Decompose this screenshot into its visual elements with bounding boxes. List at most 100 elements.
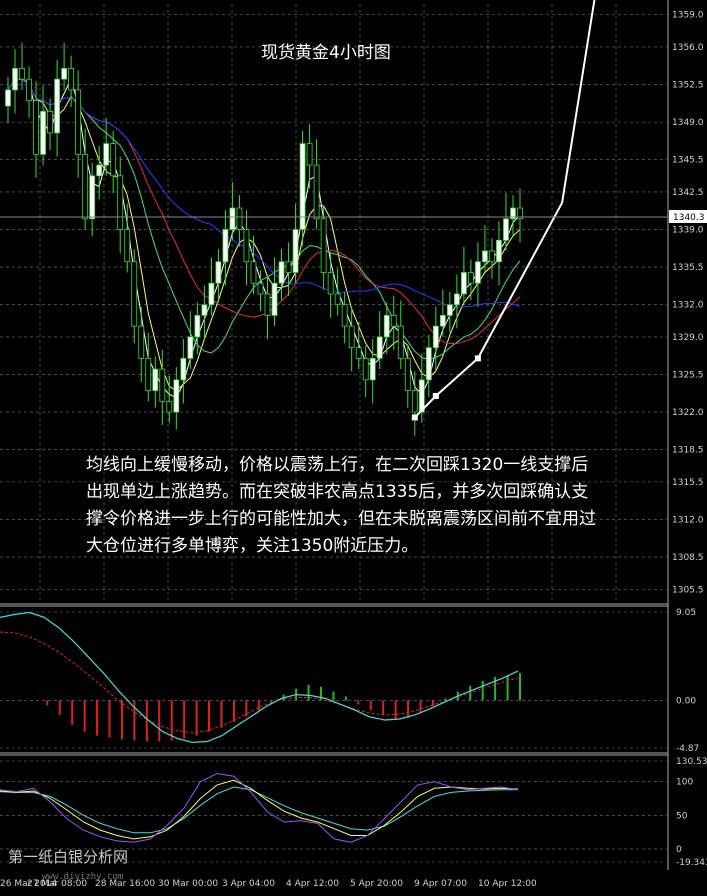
stoch-tick-label: 100 bbox=[676, 778, 693, 788]
candle-up bbox=[271, 282, 278, 316]
price-tick-label: 1312.0 bbox=[672, 515, 704, 525]
macd-tick-label: 0.00 bbox=[676, 696, 696, 706]
candle-down bbox=[47, 110, 53, 134]
candle-up bbox=[187, 336, 194, 359]
time-tick-label: 5 Apr 20:00 bbox=[350, 879, 403, 889]
watermark: 第一纸白银分析网 bbox=[8, 848, 128, 866]
candle-down bbox=[334, 293, 341, 306]
candle-up bbox=[482, 250, 488, 263]
candle-down bbox=[285, 261, 292, 273]
candle-down bbox=[166, 400, 173, 413]
stoch-tick-label: 130.531 bbox=[676, 757, 707, 767]
candle-down bbox=[75, 89, 82, 155]
price-tick-label: 1352.5 bbox=[672, 81, 704, 91]
candle-up bbox=[292, 229, 299, 273]
candle-down bbox=[243, 229, 250, 263]
candle-up bbox=[369, 357, 376, 381]
candle-up bbox=[460, 272, 467, 295]
candle-down bbox=[159, 368, 166, 402]
candle-up bbox=[40, 110, 46, 155]
candle-up bbox=[194, 315, 201, 338]
candle-up bbox=[278, 261, 285, 284]
price-tick-label: 1342.5 bbox=[672, 188, 704, 198]
price-tick-label: 1322.0 bbox=[672, 408, 704, 418]
candle-down bbox=[390, 315, 397, 327]
time-tick-label: 30 Mar 00:00 bbox=[158, 879, 218, 889]
candle-up bbox=[12, 68, 18, 91]
candle-up bbox=[425, 347, 432, 381]
candle-up bbox=[432, 325, 439, 349]
stoch-tick-label: 50 bbox=[676, 811, 688, 821]
candle-down bbox=[117, 175, 124, 230]
candle-down bbox=[68, 68, 75, 91]
price-tick-label: 1318.5 bbox=[672, 446, 704, 456]
candle-down bbox=[124, 229, 131, 263]
candle-down bbox=[313, 164, 320, 220]
candle-down bbox=[306, 143, 313, 166]
candle-down bbox=[411, 390, 418, 413]
price-tick-label: 1325.5 bbox=[672, 370, 704, 380]
candle-up bbox=[229, 207, 236, 230]
trendline-anchor bbox=[411, 414, 418, 421]
candle-down bbox=[404, 357, 411, 391]
candle-up bbox=[439, 315, 446, 327]
candle-down bbox=[236, 207, 243, 230]
price-tick-label: 1349.0 bbox=[672, 118, 704, 128]
candle-up bbox=[376, 336, 383, 359]
price-tick-label: 1359.0 bbox=[672, 11, 704, 21]
stoch-tick-label: -19.343 bbox=[676, 858, 707, 868]
time-tick-label: 10 Apr 12:00 bbox=[478, 879, 537, 889]
candle-down bbox=[468, 272, 474, 284]
macd-tick-label: -4.87 bbox=[676, 744, 699, 754]
candle-up bbox=[475, 261, 481, 284]
candle-up bbox=[152, 368, 159, 391]
time-tick-label: 4 Apr 12:00 bbox=[286, 879, 339, 889]
candle-down bbox=[397, 325, 404, 359]
candle-up bbox=[215, 261, 222, 284]
candle-down bbox=[257, 282, 264, 295]
candle-down bbox=[145, 357, 152, 391]
candle-down bbox=[348, 325, 355, 349]
candle-down bbox=[138, 325, 145, 359]
price-tick-label: 1356.0 bbox=[672, 43, 704, 53]
candle-up bbox=[5, 89, 11, 107]
candle-down bbox=[362, 357, 369, 381]
price-tick-label: 1345.5 bbox=[672, 156, 704, 166]
candle-up bbox=[103, 143, 110, 166]
price-tick-label: 1308.5 bbox=[672, 553, 704, 563]
candle-up bbox=[446, 304, 453, 316]
trendline-anchor bbox=[474, 355, 481, 362]
chart-canvas: 1359.0 1356.0 1352.5 1349.0 1345.5 1342.5 1339… bbox=[0, 0, 707, 896]
price-tick-label: 1315.5 bbox=[672, 478, 704, 488]
candle-up bbox=[453, 293, 460, 306]
chart-title: 现货黄金4小时图 bbox=[261, 43, 391, 63]
candle-up bbox=[208, 282, 215, 306]
time-tick-label: 3 Apr 04:00 bbox=[222, 879, 275, 889]
price-tick-label: 1305.5 bbox=[672, 585, 704, 595]
candle-up bbox=[496, 239, 502, 263]
candle-down bbox=[355, 347, 362, 359]
candle-up bbox=[89, 175, 96, 220]
candle-down bbox=[82, 153, 89, 220]
macd-tick-label: 9.05 bbox=[676, 608, 696, 618]
candle-up bbox=[54, 78, 60, 134]
candle-down bbox=[110, 143, 117, 177]
candle-down bbox=[19, 68, 25, 80]
price-tick-label: 1332.0 bbox=[672, 301, 704, 311]
candle-up bbox=[180, 357, 187, 381]
watermark-url: www.diyizhy.com bbox=[42, 872, 123, 882]
candle-up bbox=[173, 379, 180, 413]
time-tick-label: 9 Apr 07:00 bbox=[414, 879, 467, 889]
price-tick-label: 1335.5 bbox=[672, 263, 704, 273]
candle-up bbox=[503, 218, 509, 241]
candle-down bbox=[341, 304, 348, 327]
candle-down bbox=[264, 293, 271, 316]
candle-up bbox=[201, 304, 208, 316]
candle-up bbox=[96, 164, 103, 177]
candle-down bbox=[320, 218, 327, 273]
trendline-anchor bbox=[432, 392, 439, 399]
price-tick-label: 1329.0 bbox=[672, 333, 704, 343]
candle-up bbox=[383, 315, 390, 338]
stoch-tick-label: 0 bbox=[676, 845, 682, 855]
candle-down bbox=[33, 100, 39, 155]
